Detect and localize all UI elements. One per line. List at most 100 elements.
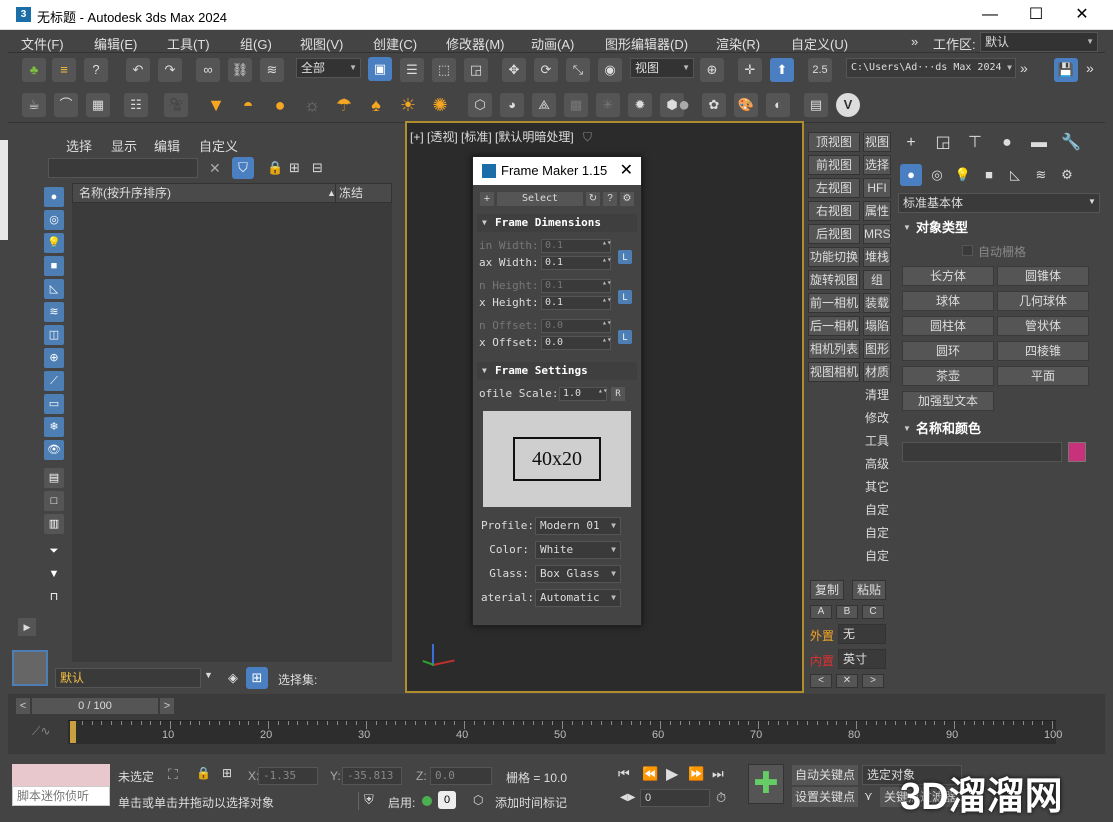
select-manipulate-icon[interactable]: ✛	[738, 58, 762, 82]
expand-panel-icon[interactable]: ▶	[18, 618, 36, 636]
displacement-icon[interactable]: ⟁	[532, 93, 556, 117]
menu-graph-editors[interactable]: 图形编辑器(D)	[605, 34, 688, 53]
xrefs-filter-icon[interactable]: ⊕	[44, 348, 64, 368]
key-mode-icon[interactable]: ◀▶	[620, 792, 635, 803]
curve-editor-icon[interactable]: ⟋∿	[32, 724, 50, 739]
primitive-button[interactable]: 茶壶	[902, 366, 994, 386]
tab-select[interactable]: 选择	[66, 136, 92, 155]
inner-dropdown[interactable]: 英寸	[838, 649, 886, 669]
view-button-col2[interactable]: 视图	[863, 132, 891, 152]
create-tab-icon[interactable]: +	[900, 132, 922, 154]
profile-scale-spinner[interactable]: 1.0	[559, 387, 607, 401]
previous-frame-icon[interactable]: ⏪	[642, 766, 658, 782]
min-offset-spinner[interactable]: 0.0	[541, 319, 611, 333]
placement-icon[interactable]: ◉	[598, 58, 622, 82]
set-key-icon[interactable]: ✚	[748, 764, 784, 804]
fire-icon[interactable]: ✹	[628, 93, 652, 117]
layer-dropdown[interactable]: 默认	[55, 668, 201, 688]
teapot-icon[interactable]: ☕	[22, 93, 46, 117]
view-button-col2[interactable]: 堆栈	[863, 247, 891, 267]
select-object-icon[interactable]: ▣	[368, 57, 392, 81]
menu-rendering[interactable]: 渲染(R)	[716, 34, 760, 53]
object-color-swatch[interactable]	[1068, 442, 1086, 462]
view-button-col2[interactable]: HFI	[863, 178, 891, 198]
z-coordinate[interactable]: 0.0	[430, 767, 492, 785]
scene-object-list[interactable]	[72, 203, 392, 662]
primitive-button[interactable]: 平面	[997, 366, 1089, 386]
material-sphere-icon[interactable]: ●	[672, 93, 696, 117]
mesh-light-icon[interactable]: ☂	[332, 93, 356, 117]
menu-group[interactable]: 组(G)	[240, 34, 272, 53]
view-button-col1[interactable]: 旋转视图	[808, 270, 860, 290]
material-dropdown[interactable]: Automatic	[535, 589, 621, 607]
menu-modifiers[interactable]: 修改器(M)	[446, 34, 505, 53]
primitive-button[interactable]: 球体	[902, 291, 994, 311]
dropdown-arrow-icon[interactable]: ▼	[1088, 197, 1096, 206]
view-button-col2[interactable]: 其它	[863, 477, 891, 497]
helpers-filter-icon[interactable]: ◺	[44, 279, 64, 299]
y-coordinate[interactable]: -35.813	[342, 767, 402, 785]
link-icon[interactable]: ∞	[196, 58, 220, 82]
container-icon[interactable]: ⊓	[44, 587, 64, 607]
vray-icon[interactable]: V	[836, 93, 860, 117]
view-button-col2[interactable]: 图形	[863, 339, 891, 359]
save-icon[interactable]: 💾	[1054, 58, 1078, 82]
bones-filter-icon[interactable]: ⟋	[44, 371, 64, 391]
view-button-col1[interactable]: 左视图	[808, 178, 860, 198]
hierarchy-mode-icon[interactable]: ⊞	[246, 667, 268, 689]
funnel-icon[interactable]: ▼	[44, 564, 64, 584]
copy-button[interactable]: 复制	[810, 580, 844, 600]
groups-filter-icon[interactable]: ◫	[44, 325, 64, 345]
adaptive-degradation-icon[interactable]: ⛨	[364, 792, 374, 808]
prev-frame-icon[interactable]: <	[16, 698, 30, 714]
help-icon[interactable]: ?	[84, 58, 108, 82]
help-icon[interactable]: ?	[603, 192, 617, 206]
slot-button-c[interactable]: C	[862, 605, 884, 619]
object-type-rollout[interactable]: 对象类型	[900, 218, 1088, 238]
next-frame-icon[interactable]: >	[160, 698, 174, 714]
cameras-icon[interactable]: ■	[978, 164, 1000, 186]
dome-light-icon[interactable]: ◓	[236, 93, 260, 117]
view-button-col2[interactable]: 组	[863, 270, 891, 290]
view-button-col1[interactable]: 前一相机	[808, 293, 860, 313]
isolate-selection-icon[interactable]: ⛶	[168, 766, 178, 783]
min-height-spinner[interactable]: 0.1	[541, 279, 611, 293]
refresh-icon[interactable]: ↻	[586, 192, 600, 206]
menu-create[interactable]: 创建(C)	[373, 34, 417, 53]
expand-icon[interactable]: »	[911, 34, 918, 49]
absolute-mode-icon[interactable]: ⊞	[222, 766, 232, 780]
dialog-title-bar[interactable]: Frame Maker 1.15	[473, 157, 641, 185]
clipper-icon[interactable]: ▩	[564, 93, 588, 117]
unlink-icon[interactable]: ⛓	[228, 58, 252, 82]
systems-icon[interactable]: ⚙	[1056, 164, 1078, 186]
max-offset-spinner[interactable]: 0.0	[541, 336, 611, 350]
scale-icon[interactable]: ⤡	[566, 58, 590, 82]
palette-icon[interactable]: 🎨	[734, 93, 758, 117]
tree-icon[interactable]: ♣	[22, 58, 46, 82]
rectangular-region-icon[interactable]: ⬚	[432, 58, 456, 82]
ies-light-icon[interactable]: ☼	[300, 93, 324, 117]
time-tag-icon[interactable]: 0	[438, 791, 456, 809]
view-button-col2[interactable]: 装载	[863, 293, 891, 313]
expand-icon[interactable]: »	[1086, 60, 1094, 76]
view-button-col2[interactable]: 自定	[863, 523, 891, 543]
primitive-button[interactable]: 圆环	[902, 341, 994, 361]
modify-tab-icon[interactable]: ◲	[932, 132, 954, 154]
search-input[interactable]	[48, 158, 198, 178]
outer-dropdown[interactable]: 无	[838, 624, 886, 644]
name-color-rollout[interactable]: 名称和颜色	[900, 419, 1088, 439]
category-dropdown[interactable]: 标准基本体	[898, 193, 1100, 213]
play-icon[interactable]: ▶	[666, 764, 678, 784]
hierarchy-tab-icon[interactable]: ⊤	[964, 132, 986, 154]
window-crossing-icon[interactable]: ◲	[464, 58, 488, 82]
dialog-close-button[interactable]: ✕	[620, 157, 633, 185]
hierarchy-expand-icon[interactable]: ⊟	[312, 160, 323, 176]
primitive-button[interactable]: 圆锥体	[997, 266, 1089, 286]
render-settings-icon[interactable]: ◐	[766, 93, 790, 117]
expand-icon[interactable]: »	[1020, 60, 1028, 76]
clear-search-icon[interactable]: ✕	[209, 160, 221, 177]
display-tab-icon[interactable]: ▬	[1028, 132, 1050, 154]
add-button[interactable]: +	[480, 192, 494, 206]
time-slider[interactable]: 0 / 100	[32, 698, 158, 714]
minimize-button[interactable]: —	[967, 0, 1013, 30]
